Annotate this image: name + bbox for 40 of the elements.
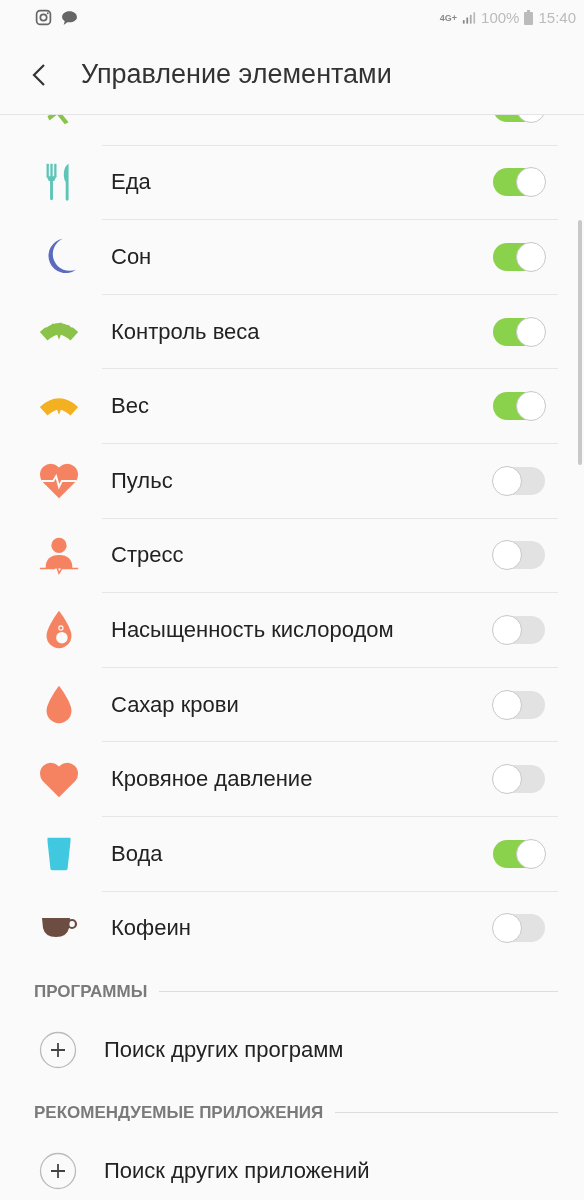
item-label: Пульс	[111, 467, 174, 494]
instagram-icon	[35, 9, 52, 26]
battery-percent: 100%	[481, 9, 520, 26]
section-header: ПРОГРАММЫ	[34, 981, 148, 1002]
item-label: Кровяное давление	[111, 766, 314, 793]
coffee-cup-icon	[40, 916, 78, 940]
battery-icon	[524, 10, 534, 25]
message-icon	[61, 9, 78, 26]
item-label: Сон	[111, 244, 153, 270]
toggle-switch[interactable]	[493, 466, 545, 495]
item-label: Контроль веса	[111, 318, 261, 345]
toggle-switch[interactable]	[493, 392, 545, 421]
toggle-switch[interactable]	[493, 615, 545, 644]
toggle-switch[interactable]	[493, 765, 545, 794]
search-row[interactable]: Поиск других программ	[0, 1014, 584, 1087]
back-icon	[32, 62, 46, 87]
toggle-switch[interactable]	[493, 317, 545, 346]
item-label: Вес	[111, 393, 150, 420]
toggle-switch[interactable]	[493, 914, 545, 943]
toggle-switch[interactable]	[493, 168, 545, 197]
signal-icon	[462, 11, 477, 24]
item-label: Стресс	[111, 542, 185, 569]
plus-icon	[39, 1031, 77, 1070]
search-row[interactable]: Поиск других приложений	[0, 1135, 584, 1200]
item-label: Сахар крови	[111, 691, 240, 718]
clock-time: 15:40	[538, 9, 576, 26]
search-label: Поиск других программ	[104, 1037, 344, 1064]
toggle-switch[interactable]	[493, 839, 545, 868]
item-label: Насыщенность кислородом	[111, 616, 395, 643]
toggle-switch[interactable]	[493, 243, 545, 271]
item-label: Еда	[111, 169, 152, 196]
item-label: Кофеин	[111, 915, 192, 942]
section-header: РЕКОМЕНДУЕМЫЕ ПРИЛОЖЕНИЯ	[34, 1102, 324, 1123]
item-label: Вода	[111, 840, 164, 867]
search-label: Поиск других приложений	[104, 1158, 370, 1185]
toggle-switch[interactable]	[493, 541, 545, 570]
network-label: 4G+	[439, 12, 458, 23]
toggle-switch[interactable]	[493, 690, 545, 719]
page-title: Управление элементами	[81, 59, 392, 90]
plus-icon	[39, 1152, 77, 1191]
